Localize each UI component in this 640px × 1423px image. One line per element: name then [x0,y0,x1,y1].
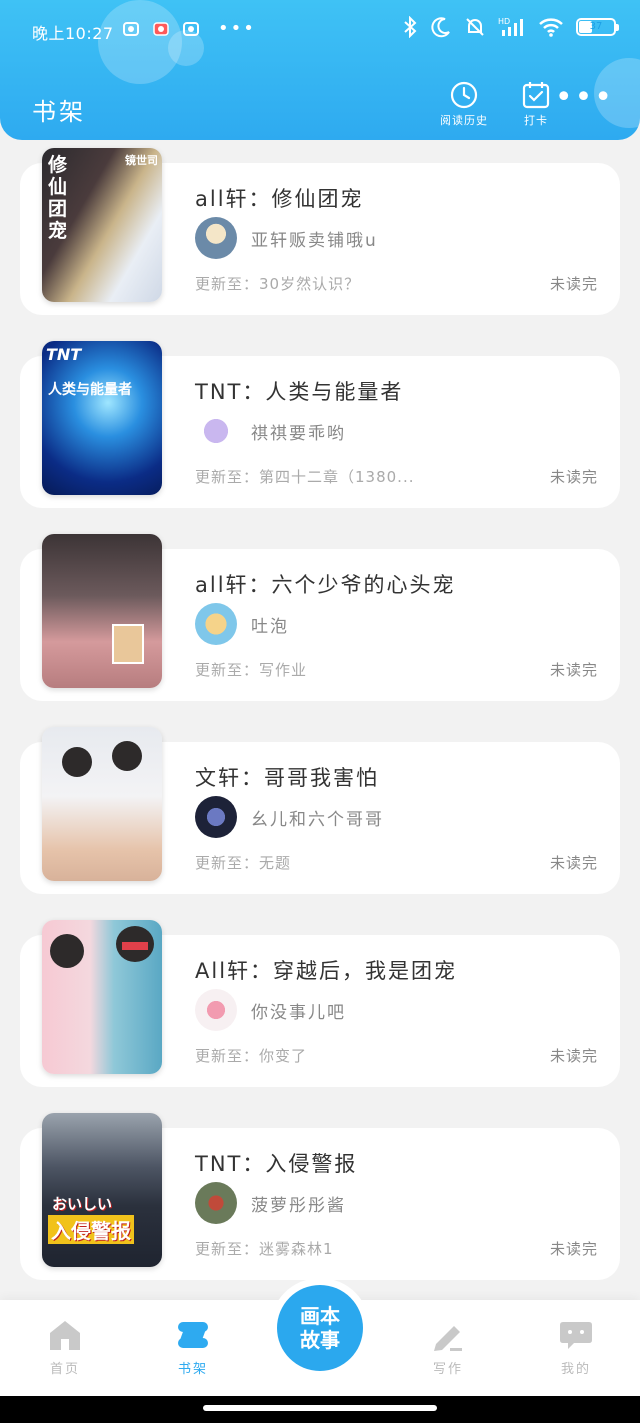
book-title: 文轩：哥哥我害怕 [195,766,379,790]
signal-icon: HD [498,17,523,36]
author-row: 祺祺要乖哟 [195,410,346,452]
book-title: All轩：穿越后，我是团宠 [195,959,458,983]
cover-photo [112,624,144,664]
clock-icon [450,81,478,109]
cover-title-text: 入侵警报 [48,1215,134,1244]
moon-icon [431,17,450,38]
nav-shelf-label: 书架 [177,1362,208,1377]
mute-icon [466,18,484,36]
cover-corner-text: 镜世司 [125,154,158,167]
reading-history-button[interactable]: 阅读历史 [429,80,499,128]
battery-level: 37 [589,21,603,32]
svg-text:HD: HD [498,17,510,26]
status-indicators: HD 37 [402,16,619,38]
home-indicator[interactable] [203,1405,437,1411]
chat-bubble-icon [560,1322,592,1349]
book-cover[interactable]: おいしい 入侵警报 [42,1113,162,1267]
home-icon [50,1321,80,1350]
update-info: 更新至：30岁然认识？ [195,275,361,293]
read-status: 未读完 [549,661,598,679]
nav-shelf[interactable]: 书架 [148,1318,238,1377]
author-name: 吐泡 [251,616,289,637]
author-avatar [195,989,237,1031]
app-notification-icon [123,22,139,36]
author-avatar [195,217,237,259]
pencil-icon [434,1326,462,1351]
create-story-wrapper: 画本故事 [270,1278,370,1378]
nav-mine-label: 我的 [560,1362,591,1377]
book-title: all轩：修仙团宠 [195,187,364,211]
book-title: TNT：入侵警报 [195,1152,358,1176]
cover-figure [112,741,142,771]
more-notifications-icon: ••• [218,18,256,39]
author-name: 你没事儿吧 [251,1002,346,1023]
book-cover[interactable] [42,727,162,881]
read-status: 未读完 [549,468,598,486]
author-name: 菠萝彤彤酱 [251,1195,346,1216]
create-story-button[interactable]: 画本故事 [277,1285,363,1371]
cover-corner-text: おいしい [52,1195,113,1213]
read-status: 未读完 [549,854,598,872]
page-title: 书架 [32,98,86,126]
author-name: 亚轩贩卖铺哦u [251,230,378,251]
status-bar: 晚上10:27 ••• HD 37 [0,0,640,60]
author-avatar [195,796,237,838]
bookshelf-icon [178,1322,208,1348]
app-notification-icon [183,22,199,36]
nav-write-label: 写作 [432,1362,463,1377]
author-avatar [195,603,237,645]
book-cover[interactable] [42,534,162,688]
app-notification-icon [153,22,169,36]
top-header: 晚上10:27 ••• HD 37 书架 阅读历史 打卡 ••• [0,0,640,140]
update-info: 更新至：写作业 [195,661,308,679]
author-row: 菠萝彤彤酱 [195,1182,346,1224]
reading-history-label: 阅读历史 [440,114,488,127]
author-avatar [195,410,237,452]
nav-write[interactable]: 写作 [403,1318,493,1377]
status-time: 晚上10:27 [32,24,114,43]
author-row: 幺儿和六个哥哥 [195,796,384,838]
cover-figure [50,934,84,968]
book-title: all轩：六个少爷的心头宠 [195,573,456,597]
calendar-check-icon [522,82,550,109]
author-row: 你没事儿吧 [195,989,346,1031]
battery-icon: 37 [576,18,619,36]
bluetooth-icon [404,16,417,38]
book-title: TNT：人类与能量者 [195,380,404,404]
system-gesture-bar [0,1396,640,1423]
cover-title-text: 修仙团宠 [48,154,68,242]
bottom-navigation: 首页 书架 画本故事 写作 我的 [0,1278,640,1396]
cover-title-text: 人类与能量者 [48,382,132,398]
read-status: 未读完 [549,1047,598,1065]
nav-home[interactable]: 首页 [20,1318,110,1377]
more-menu-button[interactable]: ••• [555,83,614,113]
author-avatar [195,1182,237,1224]
author-name: 祺祺要乖哟 [251,423,346,444]
author-row: 吐泡 [195,603,289,645]
book-cover[interactable] [42,920,162,1074]
update-info: 更新至：无题 [195,854,292,872]
author-name: 幺儿和六个哥哥 [251,809,384,830]
book-cover[interactable]: 修仙团宠 镜世司 [42,148,162,302]
update-info: 更新至：第四十二章（1380... [195,468,415,486]
nav-mine[interactable]: 我的 [531,1318,621,1377]
cover-corner-text: TNT [46,345,82,364]
nav-home-label: 首页 [49,1362,80,1377]
update-info: 更新至：你变了 [195,1047,308,1065]
author-row: 亚轩贩卖铺哦u [195,217,378,259]
update-info: 更新至：迷雾森林1 [195,1240,334,1258]
read-status: 未读完 [549,1240,598,1258]
book-cover[interactable]: TNT 人类与能量者 [42,341,162,495]
wifi-icon [539,18,563,37]
cover-figure [122,942,148,950]
read-status: 未读完 [549,275,598,293]
cover-figure [62,747,92,777]
